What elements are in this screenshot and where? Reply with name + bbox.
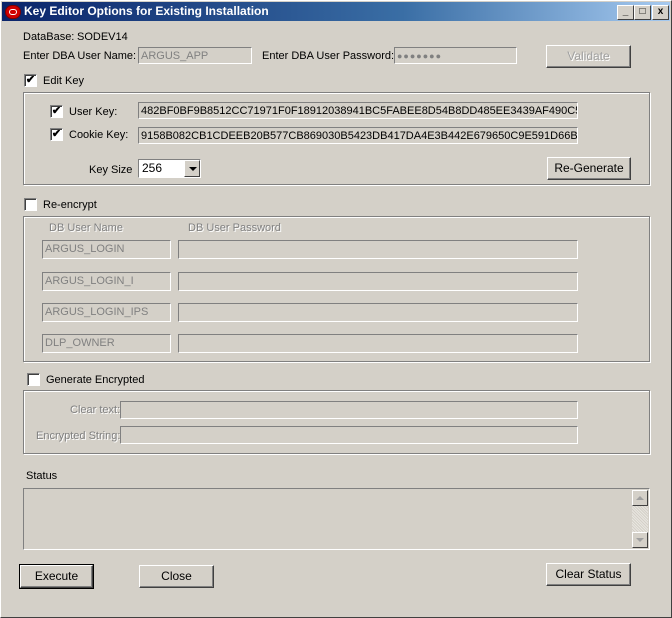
db-user-password-header: DB User Password	[188, 222, 281, 234]
clear-text-label: Clear text:	[70, 404, 121, 416]
db-password-field-3[interactable]	[178, 303, 578, 322]
oracle-logo-icon	[5, 5, 21, 19]
key-size-value: 256	[142, 161, 163, 175]
minimize-button[interactable]: _	[617, 5, 634, 20]
close-button[interactable]: Close	[139, 565, 214, 588]
key-size-label: Key Size	[89, 164, 133, 176]
reencrypt-checkbox[interactable]	[24, 198, 37, 211]
db-password-field-2[interactable]	[178, 272, 578, 291]
db-user-field-4[interactable]: DLP_OWNER	[42, 334, 171, 353]
key-size-select[interactable]: 256	[138, 159, 201, 178]
user-key-checkbox[interactable]: ✔	[50, 105, 63, 118]
db-user-field-1[interactable]: ARGUS_LOGIN	[42, 240, 171, 259]
encrypted-string-label: Encrypted String:	[36, 430, 121, 442]
cookie-key-field[interactable]: 9158B082CB1CDEEB20B577CB869030B5423DB417…	[138, 127, 578, 144]
validate-button[interactable]: Validate	[546, 45, 631, 68]
generate-encrypted-label: Generate Encrypted	[46, 374, 145, 386]
generate-encrypted-group	[23, 390, 650, 454]
clear-status-button[interactable]: Clear Status	[546, 563, 631, 586]
encrypted-string-field[interactable]	[120, 426, 578, 444]
chevron-down-icon[interactable]	[184, 160, 200, 177]
edit-key-label: Edit Key	[43, 75, 84, 87]
status-textarea[interactable]	[23, 488, 650, 550]
database-label: DataBase:	[23, 31, 75, 43]
reencrypt-label: Re-encrypt	[43, 199, 97, 211]
user-key-field[interactable]: 482BF0BF9B8512CC71971F0F18912038941BC5FA…	[138, 102, 578, 119]
window-title: Key Editor Options for Existing Installa…	[24, 4, 269, 18]
cookie-key-checkbox[interactable]: ✔	[50, 128, 63, 141]
db-password-field-4[interactable]	[178, 334, 578, 353]
close-window-button[interactable]: x	[652, 5, 669, 20]
edit-key-checkbox[interactable]: ✔	[24, 74, 37, 87]
maximize-button[interactable]: □	[634, 5, 651, 20]
scroll-up-icon[interactable]	[632, 490, 648, 506]
user-key-label: User Key:	[69, 106, 118, 118]
db-password-field-1[interactable]	[178, 240, 578, 259]
status-label: Status	[26, 470, 58, 482]
execute-button[interactable]: Execute	[19, 564, 94, 589]
dba-password-field[interactable]: ●●●●●●●	[394, 47, 517, 64]
title-bar[interactable]: Key Editor Options for Existing Installa…	[2, 2, 670, 21]
dba-password-label: Enter DBA User Password:	[262, 50, 395, 62]
dba-user-label: Enter DBA User Name:	[23, 50, 137, 62]
db-user-field-3[interactable]: ARGUS_LOGIN_IPS	[42, 303, 171, 322]
dba-user-field[interactable]: ARGUS_APP	[138, 47, 252, 64]
generate-encrypted-checkbox[interactable]	[27, 373, 40, 386]
db-user-field-2[interactable]: ARGUS_LOGIN_I	[42, 272, 171, 291]
regenerate-button[interactable]: Re-Generate	[547, 157, 631, 180]
status-scrollbar[interactable]	[632, 490, 648, 548]
clear-text-field[interactable]	[120, 401, 578, 419]
database-value: SODEV14	[77, 31, 128, 43]
scroll-down-icon[interactable]	[632, 532, 648, 548]
cookie-key-label: Cookie Key:	[69, 129, 129, 141]
db-user-name-header: DB User Name	[49, 222, 123, 234]
